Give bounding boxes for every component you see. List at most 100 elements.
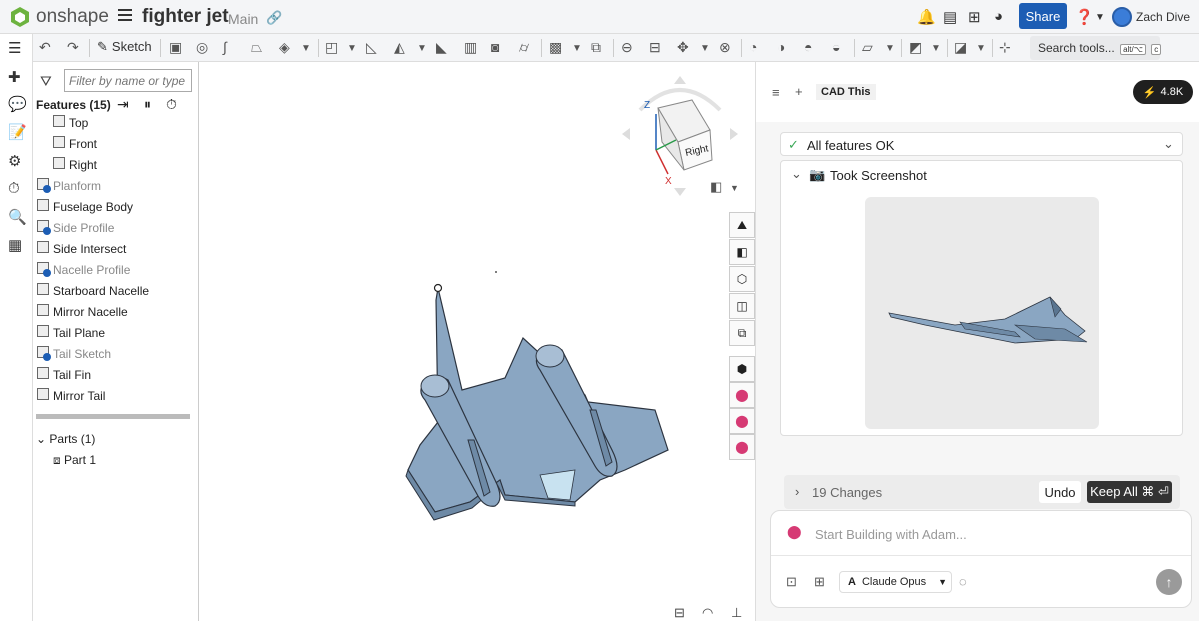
drag-handle-icon[interactable]: ≡ bbox=[772, 85, 780, 100]
view-options-icon[interactable]: ◧ bbox=[710, 179, 722, 195]
feature-item[interactable]: Side Intersect bbox=[33, 238, 199, 259]
credits-badge[interactable]: ⚡ 4.8K bbox=[1133, 80, 1193, 104]
feature-item[interactable]: Planform bbox=[33, 175, 199, 196]
add-image-icon[interactable]: ⊞ bbox=[814, 574, 825, 590]
help-icon[interactable]: ❓ bbox=[1075, 8, 1094, 26]
part-item[interactable]: ⧈ Part 1 bbox=[53, 453, 96, 468]
adam-ai-icon[interactable]: ⬤ bbox=[729, 434, 755, 460]
feature-item[interactable]: Side Profile bbox=[33, 217, 199, 238]
add-folder-icon[interactable]: ⇥ bbox=[117, 96, 129, 113]
transform-icon[interactable]: ✥ bbox=[677, 39, 689, 56]
changes-count[interactable]: 19 Changes bbox=[812, 485, 882, 500]
feature-item[interactable]: Tail Fin bbox=[33, 364, 199, 385]
search-icon[interactable]: 🔍 bbox=[8, 208, 27, 226]
pattern-icon[interactable]: ▩ bbox=[549, 39, 562, 56]
feature-item[interactable]: Fuselage Body bbox=[33, 196, 199, 217]
onshape-logo[interactable]: onshape bbox=[10, 6, 109, 28]
feature-item[interactable]: Tail Sketch bbox=[33, 343, 199, 364]
link-icon[interactable]: 🔗 bbox=[266, 10, 282, 26]
mass-properties-icon[interactable]: ◠ bbox=[702, 605, 713, 621]
timer-icon[interactable]: ⏱ bbox=[166, 96, 177, 113]
chevron-down-icon[interactable]: ▼ bbox=[301, 43, 311, 54]
user-name[interactable]: Zach Dive bbox=[1136, 10, 1190, 24]
screenshot-thumbnail[interactable] bbox=[865, 197, 1099, 429]
delete-part-icon[interactable]: ⊗ bbox=[719, 39, 731, 56]
cube-icon[interactable]: ⬢ bbox=[729, 356, 755, 382]
feature-item[interactable]: Tail Plane bbox=[33, 322, 199, 343]
thicken-icon[interactable]: ◈ bbox=[279, 39, 290, 56]
measure-icon[interactable]: ⊟ bbox=[674, 605, 685, 621]
view-explode-icon[interactable]: ⧉ bbox=[729, 320, 755, 346]
chevron-down-icon[interactable]: ⌄ bbox=[1163, 136, 1174, 152]
boolean-icon[interactable]: ⊖ bbox=[621, 39, 633, 56]
view-cube[interactable]: Z X Right bbox=[620, 70, 750, 200]
cad-this-tab[interactable]: CAD This bbox=[816, 84, 876, 100]
history-icon[interactable]: ⏱ bbox=[8, 180, 20, 197]
filter-icon[interactable]: ⛛ bbox=[40, 73, 52, 90]
configurations-icon[interactable]: ⚙ bbox=[8, 152, 21, 170]
feature-list-icon[interactable]: ☰ bbox=[8, 39, 21, 57]
undo-icon[interactable]: ↶ bbox=[39, 39, 51, 56]
loft-icon[interactable]: ⏢ bbox=[251, 39, 262, 56]
feature-filter-input[interactable] bbox=[64, 69, 192, 92]
document-icon[interactable]: ▤ bbox=[943, 8, 957, 26]
chevron-down-icon[interactable]: ▼ bbox=[931, 43, 941, 54]
view-shaded-icon[interactable]: ◧ bbox=[729, 239, 755, 265]
sketch-point-marker[interactable] bbox=[433, 283, 443, 293]
comments-icon[interactable]: 💬 bbox=[8, 95, 27, 113]
plane-icon[interactable]: ▱ bbox=[862, 39, 873, 56]
sketch-button[interactable]: ✎ Sketch bbox=[97, 39, 152, 55]
document-title[interactable]: fighter jet bbox=[142, 6, 229, 28]
feature-item[interactable]: Mirror Nacelle bbox=[33, 301, 199, 322]
view-section-icon[interactable]: ◫ bbox=[729, 293, 755, 319]
bom-icon[interactable]: ▦ bbox=[8, 236, 22, 254]
chevron-down-icon[interactable]: ⌄ bbox=[791, 166, 802, 182]
adam-ai-icon[interactable]: ⬤ bbox=[729, 408, 755, 434]
screenshot-capture-icon[interactable]: ⊡ bbox=[786, 574, 797, 590]
branch-name[interactable]: Main bbox=[228, 11, 258, 27]
pause-icon[interactable]: ⏸ bbox=[144, 96, 151, 113]
mirror-icon[interactable]: ⧉ bbox=[591, 39, 601, 56]
chevron-down-icon[interactable]: ▼ bbox=[730, 183, 739, 193]
chevron-down-icon[interactable]: ▼ bbox=[885, 43, 895, 54]
section-view-icon[interactable]: ⊥ bbox=[731, 605, 742, 621]
parts-header[interactable]: ⌄ Parts (1) bbox=[36, 432, 95, 446]
feature-item[interactable]: Starboard Nacelle bbox=[33, 280, 199, 301]
share-button[interactable]: Share bbox=[1019, 3, 1067, 29]
keep-all-button[interactable]: Keep All ⌘ ⏎ bbox=[1087, 481, 1172, 503]
user-avatar[interactable] bbox=[1112, 7, 1132, 27]
custom-feature-icon[interactable]: ⊹ bbox=[999, 39, 1011, 56]
send-button[interactable]: ↑ bbox=[1156, 569, 1182, 595]
chevron-down-icon[interactable]: ▼ bbox=[572, 43, 582, 54]
notes-icon[interactable]: 📝 bbox=[8, 123, 27, 141]
notifications-bell-icon[interactable]: 🔔 bbox=[917, 8, 936, 26]
undo-button[interactable]: Undo bbox=[1039, 481, 1081, 503]
graphics-viewport[interactable]: Z X Right ◧ ▼ ⊟ ◠ ⊥ bbox=[199, 62, 755, 621]
replace-face-icon[interactable]: ◒ bbox=[832, 39, 840, 55]
surface-icon[interactable]: ◩ bbox=[909, 39, 922, 56]
chevron-down-icon[interactable]: ▼ bbox=[976, 43, 986, 54]
move-face-icon[interactable]: ◓ bbox=[804, 39, 812, 55]
horizontal-scrollbar[interactable] bbox=[36, 414, 190, 419]
draft-icon[interactable]: ◭ bbox=[394, 39, 405, 56]
view-iso-icon[interactable]: ⛰ bbox=[729, 212, 755, 238]
status-row[interactable]: ✓ All features OK ⌄ bbox=[780, 132, 1183, 156]
chevron-right-icon[interactable]: › bbox=[795, 484, 799, 499]
menu-icon[interactable] bbox=[118, 9, 132, 21]
hole-icon[interactable]: ◙ bbox=[491, 39, 499, 55]
revolve-icon[interactable]: ◎ bbox=[196, 39, 208, 56]
shell-icon[interactable]: ▥ bbox=[464, 39, 477, 56]
rib-icon[interactable]: ◣ bbox=[436, 39, 447, 56]
redo-icon[interactable]: ↷ bbox=[67, 39, 79, 56]
chamfer-icon[interactable]: ◺ bbox=[366, 39, 377, 56]
split-icon[interactable]: ⊟ bbox=[649, 39, 661, 56]
model-selector[interactable]: A Claude Opus ▼ bbox=[839, 571, 952, 593]
extrude-icon[interactable]: ▣ bbox=[169, 39, 182, 56]
view-render-icon[interactable]: ⬡ bbox=[729, 266, 755, 292]
sheet-metal-icon[interactable]: ◪ bbox=[954, 39, 967, 56]
feature-item[interactable]: Front bbox=[33, 133, 199, 154]
feature-item[interactable]: Nacelle Profile bbox=[33, 259, 199, 280]
delete-face-icon[interactable]: ◑ bbox=[777, 39, 785, 55]
feature-item[interactable]: Right bbox=[33, 154, 199, 175]
chevron-down-icon[interactable]: ▼ bbox=[347, 43, 357, 54]
